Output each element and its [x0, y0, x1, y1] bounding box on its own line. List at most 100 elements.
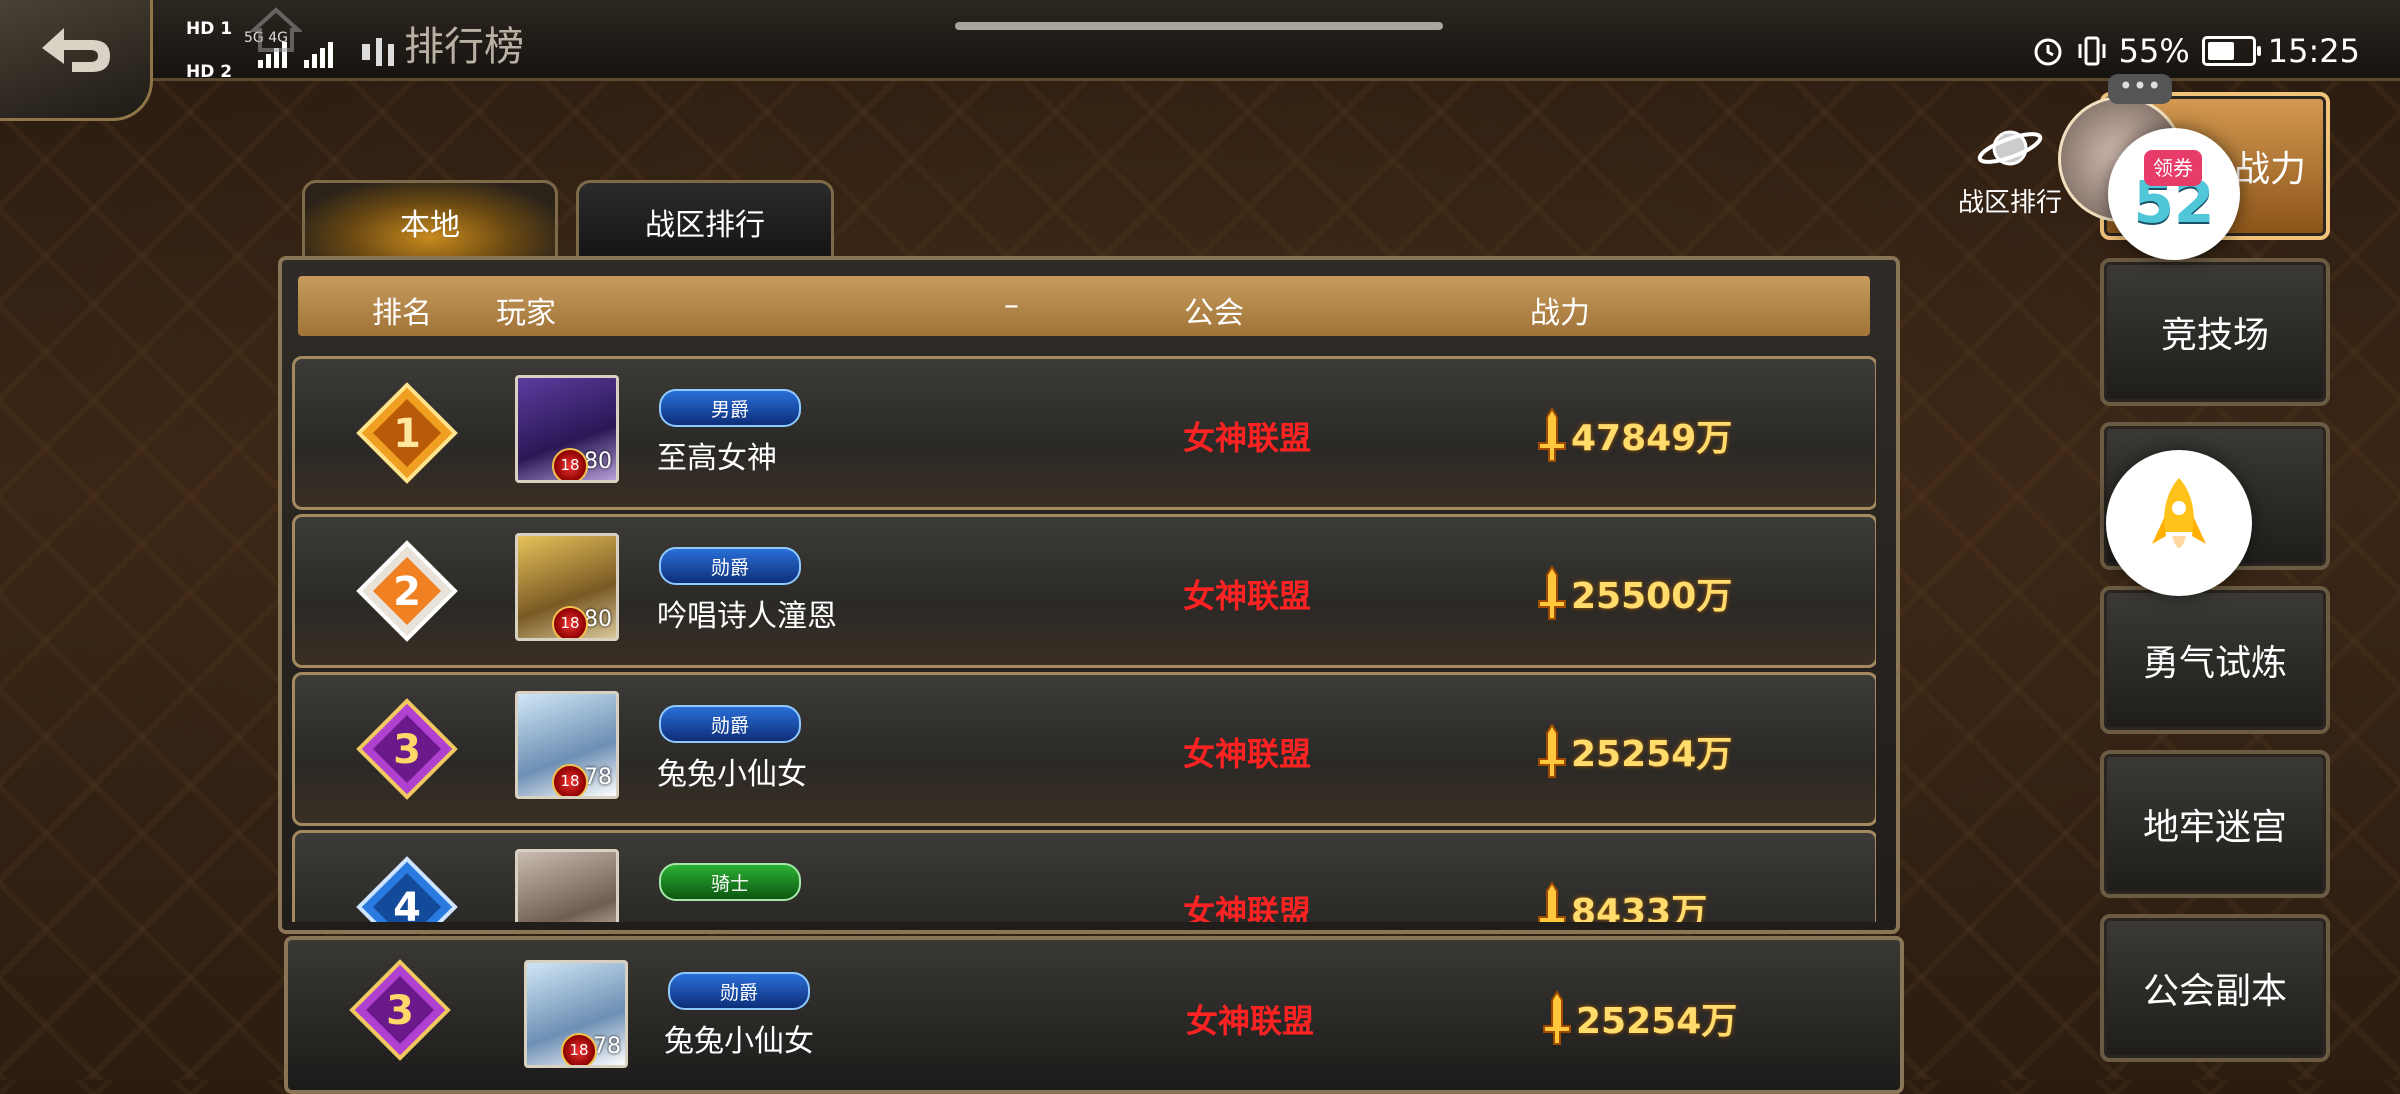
rank-number: 2 — [393, 569, 421, 615]
side-menu-dungeon-maze[interactable]: 地牢迷宫 — [2100, 750, 2330, 898]
side-menu-courage-trial[interactable]: 勇气试炼 — [2100, 586, 2330, 734]
tab-war-zone-label: 战区排行 — [645, 208, 765, 243]
side-menu-dungeon-label: 地牢迷宫 — [2142, 807, 2287, 848]
hd2-label: HD 2 — [186, 62, 233, 82]
title-badge: 勋爵 — [659, 547, 801, 585]
war-zone-rank-button[interactable]: 战区排行 — [1950, 118, 2070, 219]
avatar[interactable]: 80 18 — [515, 375, 619, 483]
sword-icon — [1543, 990, 1571, 1045]
rank-number: 4 — [393, 885, 421, 922]
rank-2-badge: 2 — [356, 540, 458, 642]
back-button[interactable] — [0, 0, 153, 121]
alarm-icon — [2034, 38, 2062, 66]
drag-handle[interactable] — [955, 22, 1443, 30]
home-icon[interactable] — [250, 4, 302, 54]
rank-number: 1 — [393, 411, 421, 457]
my-rank-number: 3 — [386, 988, 414, 1034]
vip-badge: 18 — [552, 764, 588, 796]
status-right: 55% 15:25 — [2031, 32, 2360, 70]
my-player-name: 兔兔小仙女 — [664, 1024, 814, 1059]
player-name: 至高女神 — [657, 441, 777, 476]
my-power-text: 25254万 — [1576, 1001, 1738, 1042]
sword-icon — [1538, 881, 1566, 922]
rank-number: 3 — [393, 727, 421, 773]
sword-icon — [1538, 565, 1566, 620]
level-label: 80 — [584, 607, 612, 632]
guild-name: 女神联盟 — [1183, 419, 1312, 457]
player-name: 吟唱诗人潼恩 — [657, 599, 837, 634]
coupon-badge[interactable]: 领券 — [2144, 150, 2202, 186]
column-guild: 公会 — [1184, 296, 1244, 331]
vip-badge: 18 — [552, 448, 588, 480]
rank-3-badge: 3 — [356, 698, 458, 800]
speaker-icon — [362, 38, 394, 66]
power-text: 8433万 — [1571, 892, 1708, 922]
table-row[interactable]: 3 78 18 勋爵 兔兔小仙女 女神联盟 25254万 — [292, 672, 1876, 826]
column-player: 玩家 — [496, 296, 556, 331]
power-value: 47849万 — [1535, 407, 1732, 463]
page-title: 排行榜 — [404, 24, 524, 70]
guild-name: 女神联盟 — [1183, 735, 1312, 773]
sword-icon — [1538, 723, 1566, 778]
clock: 15:25 — [2267, 32, 2360, 70]
title-badge: 男爵 — [659, 389, 801, 427]
column-rank: 排名 — [372, 296, 432, 331]
my-rank-bar: 3 78 18 勋爵 兔兔小仙女 女神联盟 25254万 — [284, 936, 1904, 1094]
level-label: 78 — [593, 1034, 621, 1059]
battery-percent: 55% — [2118, 32, 2190, 70]
power-text: 25500万 — [1571, 576, 1733, 617]
table-header: 排名 玩家 – 公会 战力 — [298, 276, 1870, 336]
side-menu-guild-label: 公会副本 — [2142, 971, 2287, 1012]
column-power: 战力 — [1530, 296, 1590, 331]
rank-4-badge: 4 — [356, 856, 458, 922]
table-row[interactable]: 4 骑士 女神联盟 8433万 — [292, 830, 1876, 922]
battery-icon — [2201, 36, 2261, 66]
avatar[interactable]: 80 18 — [515, 533, 619, 641]
sword-icon — [1538, 407, 1566, 462]
rank-3-badge: 3 — [349, 959, 451, 1061]
vibrate-icon — [2078, 36, 2106, 66]
avatar[interactable]: 78 18 — [515, 691, 619, 799]
hd1-label: HD 1 — [186, 19, 233, 39]
my-title-badge: 勋爵 — [668, 972, 810, 1010]
side-menu-guild-dungeon[interactable]: 公会副本 — [2100, 914, 2330, 1062]
back-arrow-icon — [42, 28, 110, 72]
column-dash: – — [1004, 288, 1019, 323]
table-row[interactable]: 2 80 18 勋爵 吟唱诗人潼恩 女神联盟 25500万 — [292, 514, 1876, 668]
tab-war-zone[interactable]: 战区排行 — [576, 180, 834, 261]
side-menu-courage-label: 勇气试炼 — [2142, 643, 2287, 684]
more-menu-icon[interactable]: ••• — [2108, 74, 2172, 104]
table-row[interactable]: 1 80 18 男爵 至高女神 女神联盟 47849万 — [292, 356, 1876, 510]
floating-counter-widget[interactable]: 52 — [2108, 128, 2240, 260]
tab-local-label: 本地 — [400, 208, 460, 243]
side-menu-arena-label: 竞技场 — [2160, 315, 2269, 356]
guild-name: 女神联盟 — [1183, 893, 1312, 922]
power-text: 25254万 — [1571, 734, 1733, 775]
power-value: 25500万 — [1535, 565, 1732, 621]
side-menu-power-label: 战力 — [2233, 149, 2306, 190]
rocket-icon — [2152, 478, 2206, 548]
war-zone-rank-label: 战区排行 — [1957, 188, 2062, 218]
title-badge: 勋爵 — [659, 705, 801, 743]
side-menu-arena[interactable]: 竞技场 — [2100, 258, 2330, 406]
power-value: 25254万 — [1535, 723, 1732, 779]
my-power-value: 25254万 — [1540, 990, 1737, 1046]
rocket-boost-button[interactable] — [2106, 450, 2252, 596]
player-name: 兔兔小仙女 — [657, 757, 807, 792]
rank-1-badge: 1 — [356, 382, 458, 484]
ranking-list[interactable]: 1 80 18 男爵 至高女神 女神联盟 47849万 2 80 18 勋爵 吟… — [292, 356, 1876, 922]
vip-badge: 18 — [561, 1033, 597, 1065]
guild-name: 女神联盟 — [1183, 577, 1312, 615]
title-badge: 骑士 — [659, 863, 801, 901]
tab-local[interactable]: 本地 — [302, 180, 558, 261]
my-guild-name: 女神联盟 — [1186, 1002, 1315, 1040]
my-avatar[interactable]: 78 18 — [524, 960, 628, 1068]
level-label: 80 — [584, 449, 612, 474]
status-sim-info: HD 1 HD 2 — [186, 20, 232, 82]
power-value: 8433万 — [1535, 881, 1707, 922]
level-label: 78 — [584, 765, 612, 790]
vip-badge: 18 — [552, 606, 588, 638]
avatar[interactable] — [515, 849, 619, 922]
planet-icon — [1977, 130, 2043, 166]
power-text: 47849万 — [1571, 418, 1733, 459]
